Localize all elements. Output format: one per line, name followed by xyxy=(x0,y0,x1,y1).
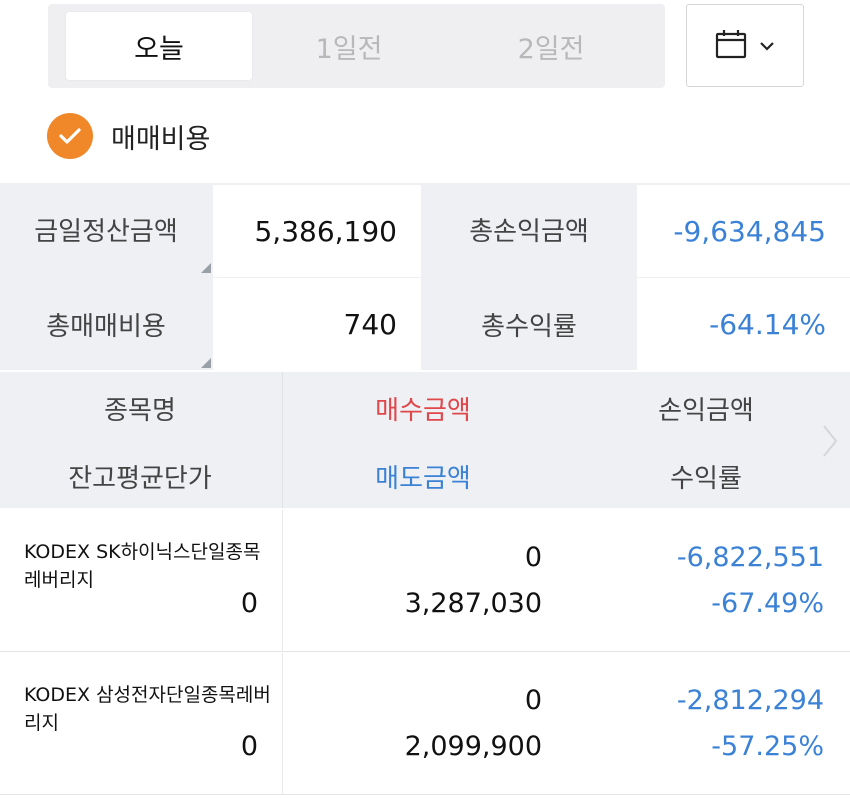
table-row[interactable]: KODEX 삼성전자단일종목레버리지 0 0 2,099,900 -2,812,… xyxy=(0,653,850,795)
buy-amount: 0 xyxy=(524,542,542,573)
chevron-right-icon[interactable] xyxy=(822,424,838,462)
info-corner-icon[interactable] xyxy=(201,263,211,273)
sell-amount: 2,099,900 xyxy=(404,731,542,762)
pl-amount: -2,812,294 xyxy=(676,685,824,716)
stock-name: KODEX SK하이닉스단일종목레버리지 xyxy=(24,541,261,591)
tab-today[interactable]: 오늘 xyxy=(66,12,252,80)
settlement-value: 5,386,190 xyxy=(213,185,421,277)
table-header: 종목명 매수금액 손익금액 잔고평균단가 매도금액 수익률 xyxy=(0,372,850,508)
calendar-button[interactable] xyxy=(686,4,804,87)
total-pl-value: -9,634,845 xyxy=(637,185,850,277)
summary-panel: 금일정산금액 5,386,190 총손익금액 -9,634,845 총매매비용 … xyxy=(0,183,850,370)
header-pl-amount: 손익금액 xyxy=(658,396,754,426)
fee-checkbox-label: 매매비용 xyxy=(111,123,211,155)
chevron-down-icon xyxy=(759,36,775,55)
total-fee-label: 총매매비용 xyxy=(46,311,166,342)
header-name: 종목명 xyxy=(104,396,176,426)
tab-2-days-ago[interactable]: 2일전 xyxy=(458,12,644,80)
settlement-label: 금일정산금액 xyxy=(34,216,178,247)
header-avg-price: 잔고평균단가 xyxy=(68,464,212,494)
tab-1-day-ago[interactable]: 1일전 xyxy=(256,12,442,80)
total-fee-value: 740 xyxy=(213,278,421,370)
total-return-label: 총수익률 xyxy=(481,311,577,342)
buy-amount: 0 xyxy=(524,685,542,716)
check-icon xyxy=(59,128,81,144)
info-corner-icon[interactable] xyxy=(201,358,211,368)
stock-name: KODEX 삼성전자단일종목레버리지 xyxy=(24,684,271,734)
calendar-icon xyxy=(715,29,747,63)
sell-amount: 3,287,030 xyxy=(404,588,542,619)
return-rate: -67.49% xyxy=(711,588,824,619)
avg-price: 0 xyxy=(240,588,258,619)
total-return-value: -64.14% xyxy=(637,278,850,370)
column-divider xyxy=(282,653,283,795)
date-tabs: 오늘 1일전 2일전 xyxy=(48,4,665,88)
header-sell-amount: 매도금액 xyxy=(375,464,471,494)
checkbox-checked[interactable] xyxy=(47,113,93,159)
table-row[interactable]: KODEX SK하이닉스단일종목레버리지 0 0 3,287,030 -6,82… xyxy=(0,510,850,652)
header-return-rate: 수익률 xyxy=(670,464,742,494)
return-rate: -57.25% xyxy=(711,731,824,762)
fee-checkbox-row[interactable]: 매매비용 xyxy=(47,112,210,160)
pl-amount: -6,822,551 xyxy=(676,542,824,573)
avg-price: 0 xyxy=(240,731,258,762)
column-divider xyxy=(282,510,283,652)
header-buy-amount: 매수금액 xyxy=(375,396,471,426)
total-pl-label: 총손익금액 xyxy=(469,216,589,247)
